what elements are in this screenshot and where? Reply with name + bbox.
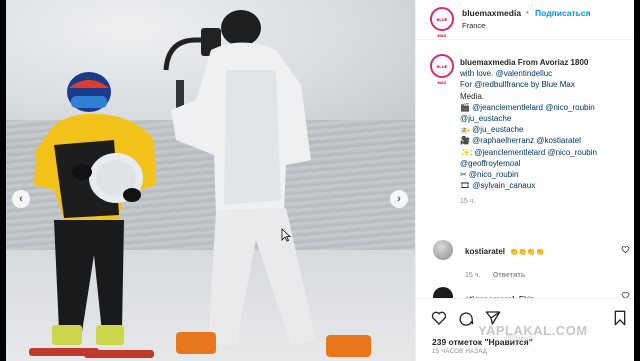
caption-line[interactable]: For @redbullfrance by Blue Max — [460, 79, 628, 90]
reply-button[interactable]: Ответить — [493, 272, 525, 279]
caption-line[interactable]: ✂ @nico_roubin — [460, 169, 628, 180]
like-heart-icon[interactable] — [431, 310, 447, 326]
comment-text: 👏👏👏👏 — [509, 249, 545, 256]
caption-line: Media. — [460, 91, 485, 101]
post-time[interactable]: 15 ЧАСОВ НАЗАД — [432, 349, 487, 355]
user-avatar[interactable]: BLUE MAX — [430, 7, 454, 38]
caption-line[interactable]: 🚁 @ju_eustache — [460, 124, 628, 135]
instagram-post: ‹ › BLUE MAX bluemaxmedia • Подписаться … — [6, 0, 634, 361]
comment-time[interactable]: 15 ч. — [465, 272, 480, 279]
screen: ‹ › BLUE MAX bluemaxmedia • Подписаться … — [0, 0, 640, 361]
caption-avatar[interactable]: BLUE MAX — [430, 54, 454, 85]
comment-icon[interactable] — [458, 310, 474, 326]
mouse-cursor-icon — [281, 228, 291, 242]
save-bookmark-icon[interactable] — [612, 310, 628, 326]
follow-button[interactable]: Подписаться — [535, 8, 591, 18]
post-photo[interactable]: ‹ › — [6, 0, 415, 361]
caption-time[interactable]: 15 ч. — [460, 196, 628, 207]
previous-photo-button[interactable]: ‹ — [12, 190, 30, 208]
caption-line[interactable]: @ju_eustache — [460, 113, 628, 124]
post-header: BLUE MAX bluemaxmedia • Подписаться Fran… — [416, 0, 634, 40]
comment-author[interactable]: kostiaratel — [465, 247, 505, 256]
caption-line[interactable]: 🎥 @raphaelherranz @kostiaratel — [460, 135, 628, 146]
brand-logo-small: BLUE MAX — [434, 58, 450, 85]
commenter-avatar[interactable] — [433, 240, 453, 260]
watermark-sub: ЯПлакалъ — [505, 336, 534, 342]
caption-line[interactable]: 🎞 @sylvain_canaux — [460, 180, 628, 191]
caption-line[interactable]: with love. @valentindelluc — [460, 68, 628, 79]
caption-line[interactable]: ✨: @jeanclementlelard @nico_roubin — [460, 147, 628, 158]
comment-meta: 15 ч. Ответить — [465, 264, 525, 282]
post-side-panel: BLUE MAX bluemaxmedia • Подписаться Fran… — [415, 0, 634, 361]
header-separator: • — [526, 8, 529, 17]
caption-line[interactable]: 🎬 @jeanclementlelard @nico_roubin — [460, 102, 628, 113]
post-location[interactable]: France — [462, 21, 485, 30]
caption-line[interactable]: @geoffroylemoal — [460, 158, 628, 169]
camera-operator-figure — [163, 10, 371, 357]
comment-item: kostiaratel 👏👏👏👏 — [465, 241, 544, 259]
caption-line: bluemaxmedia From Avoriaz 1800 — [460, 58, 589, 67]
next-photo-button[interactable]: › — [390, 190, 408, 208]
brand-logo: BLUE MAX — [434, 11, 450, 38]
comment-like-icon[interactable] — [621, 245, 630, 254]
header-username[interactable]: bluemaxmedia — [462, 8, 521, 18]
post-caption: bluemaxmedia From Avoriaz 1800 with love… — [460, 57, 628, 208]
